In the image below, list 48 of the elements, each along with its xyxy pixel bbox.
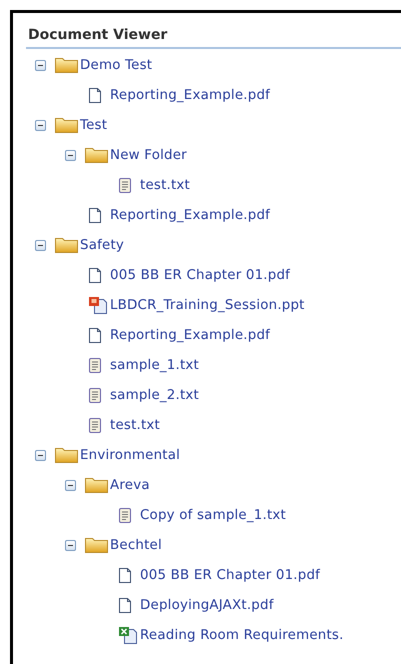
file-link[interactable]: sample_1.txt	[110, 358, 199, 372]
text-file-icon	[118, 506, 132, 524]
folder-icon	[55, 447, 78, 463]
file-link[interactable]: sample_2.txt	[110, 388, 199, 402]
panel-title: Document Viewer	[28, 27, 168, 43]
collapse-icon[interactable]	[65, 480, 76, 490]
folder-link[interactable]: Safety	[80, 238, 124, 252]
folder-link[interactable]: Test	[80, 118, 108, 132]
folder-link[interactable]: Bechtel	[110, 538, 162, 552]
document-icon	[88, 326, 102, 344]
text-file-icon	[88, 356, 102, 374]
folder-link[interactable]: New Folder	[110, 148, 187, 162]
file-link[interactable]: 005 BB ER Chapter 01.pdf	[140, 568, 320, 582]
file-link[interactable]: Copy of sample_1.txt	[140, 508, 286, 522]
file-link[interactable]: test.txt	[140, 178, 190, 192]
text-file-icon	[88, 386, 102, 404]
file-link[interactable]: LBDCR_Training_Session.ppt	[110, 298, 305, 312]
document-icon	[88, 206, 102, 224]
spreadsheet-file-icon	[118, 626, 138, 644]
text-file-icon	[118, 176, 132, 194]
collapse-icon[interactable]	[35, 60, 46, 70]
folder-icon	[55, 57, 78, 73]
document-icon	[88, 86, 102, 104]
folder-link[interactable]: Areva	[110, 478, 150, 492]
text-file-icon	[88, 416, 102, 434]
document-icon	[118, 566, 132, 584]
file-link[interactable]: Reporting_Example.pdf	[110, 328, 270, 342]
folder-icon	[85, 477, 108, 493]
file-link[interactable]: test.txt	[110, 418, 160, 432]
file-link[interactable]: Reporting_Example.pdf	[110, 208, 270, 222]
file-link[interactable]: DeployingAJAXt.pdf	[140, 598, 274, 612]
folder-link[interactable]: Demo Test	[80, 58, 152, 72]
collapse-icon[interactable]	[35, 450, 46, 460]
document-icon	[88, 266, 102, 284]
folder-icon	[85, 147, 108, 163]
collapse-icon[interactable]	[65, 150, 76, 160]
file-link[interactable]: 005 BB ER Chapter 01.pdf	[110, 268, 290, 282]
folder-icon	[55, 117, 78, 133]
folder-link[interactable]: Environmental	[80, 448, 180, 462]
folder-icon	[85, 537, 108, 553]
presentation-file-icon	[88, 296, 108, 314]
collapse-icon[interactable]	[35, 240, 46, 250]
collapse-icon[interactable]	[65, 540, 76, 550]
folder-icon	[55, 237, 78, 253]
document-icon	[118, 596, 132, 614]
file-link[interactable]: Reading Room Requirements.	[140, 628, 344, 642]
collapse-icon[interactable]	[35, 120, 46, 130]
file-link[interactable]: Reporting_Example.pdf	[110, 88, 270, 102]
